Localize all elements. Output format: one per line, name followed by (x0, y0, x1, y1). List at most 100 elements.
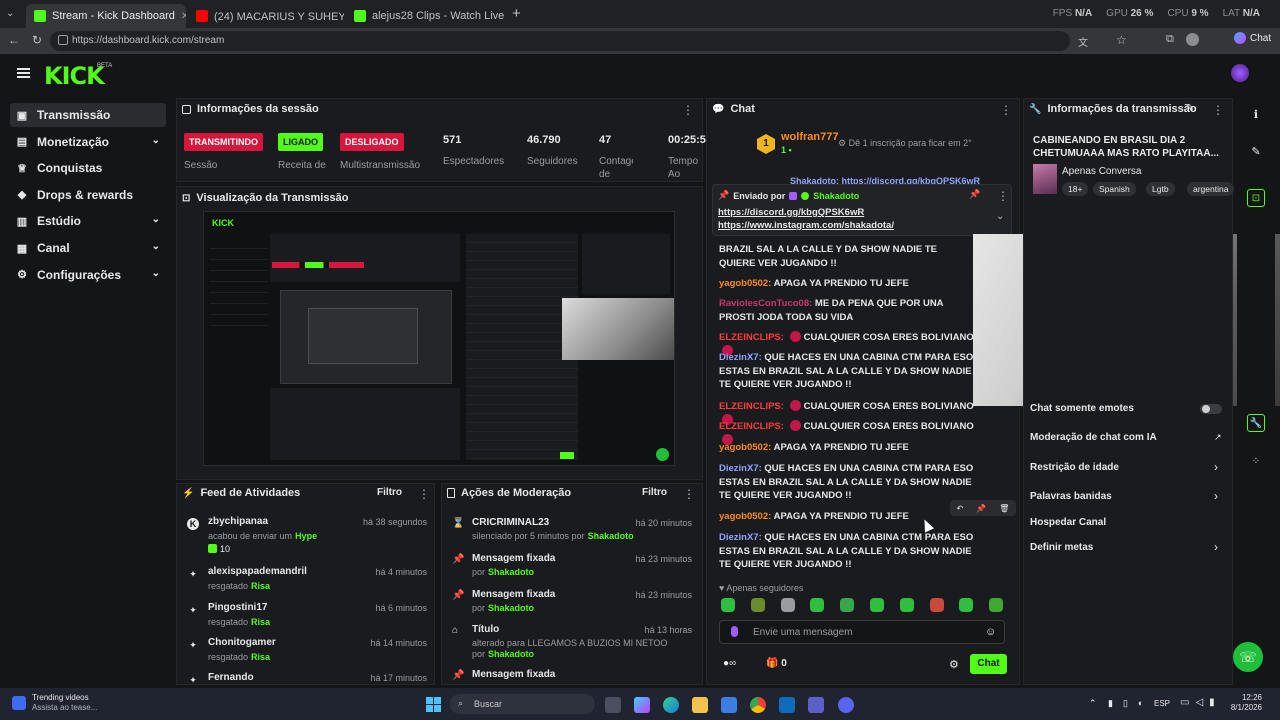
edit-icon[interactable]: ✎ (1247, 142, 1265, 160)
user-avatar[interactable] (1231, 64, 1249, 82)
emote-2[interactable] (780, 598, 795, 612)
chat-username[interactable]: yagob0502 (719, 278, 768, 289)
copilot-app-icon[interactable] (634, 697, 650, 713)
tag-pill[interactable]: 18+ (1062, 182, 1089, 196)
emote-5[interactable] (870, 598, 884, 612)
kick-logo[interactable]: KICK (44, 62, 105, 90)
chevron-right-icon[interactable]: › (1214, 489, 1218, 503)
stream-preview-video[interactable]: KICK (203, 211, 675, 466)
sidebar-item-6[interactable]: ⚙ Configurações ⌄ (10, 263, 166, 287)
sidebar-item-5[interactable]: ▦ Canal ⌄ (10, 236, 166, 260)
rewards-counter[interactable]: 🎁 0 (766, 658, 787, 669)
emote-3[interactable] (810, 598, 825, 612)
chat-username[interactable]: ELZEINCLIPS (719, 421, 781, 432)
pinned-more-icon[interactable]: ⋮ (997, 189, 1009, 203)
chrome-icon[interactable] (750, 697, 766, 713)
chat-username[interactable]: yagob0502 (719, 442, 768, 453)
url-field[interactable]: https://dashboard.kick.com/stream (50, 31, 1070, 51)
taskbar-search[interactable]: Buscar (450, 694, 595, 714)
chat-message[interactable]: yagob0502: APAGA YA PRENDIO TU JEFE (719, 441, 974, 455)
profile-avatar[interactable] (1186, 33, 1199, 46)
external-link-icon[interactable]: ↗ (1214, 432, 1222, 443)
top-gifter-name[interactable]: wolfran777 (781, 131, 838, 143)
chat-username[interactable]: ELZEINCLIPS (719, 401, 781, 412)
chevron-down-icon[interactable]: ⌄ (152, 241, 160, 252)
browser-tab-kick-clips[interactable]: alejus28 Clips - Watch Live on Kick ✕ (346, 4, 506, 28)
tools-icon[interactable]: 🔧 (1247, 414, 1265, 432)
session-more-icon[interactable]: ⋮ (682, 103, 694, 117)
chevron-down-icon[interactable]: ⌄ (152, 214, 160, 225)
translate-icon[interactable]: 文 (1078, 34, 1088, 49)
chat-message[interactable]: DiezinX7: QUE HACES EN UNA CABINA CTM PA… (719, 531, 974, 572)
mic-icon[interactable] (731, 626, 738, 637)
activity-filter-button[interactable]: Filtro (377, 487, 402, 498)
chevron-right-icon[interactable]: › (1214, 460, 1218, 474)
task-view-icon[interactable] (605, 697, 621, 713)
moderator-name[interactable]: Shakadoto (588, 531, 634, 541)
sidebar-item-2[interactable]: ♕ Conquistas (10, 156, 166, 180)
reload-icon[interactable]: ↻ (32, 33, 42, 47)
moderator-name[interactable]: Shakadoto (488, 603, 534, 613)
chevron-down-icon[interactable]: ⌄ (152, 268, 160, 279)
chat-username[interactable]: DiezinX7 (719, 352, 759, 363)
tag-pill[interactable]: Lgtb (1146, 182, 1175, 196)
category-name[interactable]: Apenas Conversa (1062, 166, 1142, 177)
chat-username[interactable]: RaviolesConTuco08 (719, 298, 809, 309)
language-indicator[interactable]: ESP (1154, 699, 1170, 708)
hamburger-menu-icon[interactable] (17, 68, 30, 78)
sidebar-item-1[interactable]: ▤ Monetização ⌄ (10, 130, 166, 154)
moderation-filter-button[interactable]: Filtro (642, 487, 667, 498)
store-icon[interactable] (721, 697, 737, 713)
emote-8[interactable] (959, 598, 974, 612)
edit-pencil-icon[interactable]: ✎ (1186, 103, 1194, 114)
tag-pill[interactable]: argentina (1187, 182, 1235, 196)
emote-0[interactable] (721, 598, 735, 612)
reply-icon[interactable]: ↶ (957, 504, 964, 513)
apps-icon[interactable]: ⁘ (1247, 452, 1265, 470)
tag-pill[interactable]: Spanish (1093, 182, 1136, 196)
sidebar-item-3[interactable]: ◆ Drops & rewards (10, 183, 166, 207)
chat-username[interactable]: DiezinX7 (719, 532, 759, 543)
chevron-right-icon[interactable]: › (1214, 540, 1218, 554)
sidebar-item-0[interactable]: ▣ Transmissão (10, 103, 166, 127)
pin-message-icon[interactable]: 📌 (976, 504, 986, 513)
emote-9[interactable] (989, 598, 1004, 612)
teams-icon[interactable] (808, 697, 824, 713)
floating-help-button[interactable]: ☏ (1233, 642, 1263, 672)
chat-message[interactable]: RaviolesConTuco08: ME DA PENA QUE POR UN… (719, 297, 974, 324)
delete-icon[interactable]: 🗑 (999, 504, 1009, 513)
network-volume-icons[interactable]: ▭◁▮ (1180, 697, 1221, 708)
chat-more-icon[interactable]: ⋮ (1000, 103, 1012, 117)
browser-chat-button[interactable]: Chat (1234, 32, 1271, 44)
emoji-picker-icon[interactable]: ☺ (985, 626, 996, 638)
browser-tab-youtube[interactable]: (24) MACARIUS Y SUHEY 😂🔥 | ✕ (188, 4, 344, 28)
chevron-down-icon[interactable]: ⌄ (152, 135, 160, 146)
bookmark-star-icon[interactable]: ☆ (1116, 33, 1127, 47)
pinned-link-discord[interactable]: https://discord.gg/kbgQPSK6wR (718, 207, 864, 218)
unpin-icon[interactable]: 📌 (969, 189, 980, 200)
tray-icons[interactable]: ▮▯◐ (1108, 698, 1153, 709)
expand-pinned-icon[interactable]: ⌄ (996, 211, 1004, 222)
pinned-link-instagram[interactable]: https://www.instagram.com/shakadota/ (718, 220, 894, 231)
moderator-name[interactable]: Shakadoto (488, 649, 534, 659)
new-tab-button[interactable]: + (512, 5, 521, 22)
browser-tab-kick-dashboard[interactable]: Stream - Kick Dashboard ✕ (26, 4, 186, 28)
moderator-name[interactable]: Shakadoto (488, 567, 534, 577)
extensions-icon[interactable]: ⧉ (1166, 33, 1174, 46)
emote-4[interactable] (840, 598, 855, 612)
chat-username[interactable]: yagob0502 (719, 511, 768, 522)
chat-username[interactable]: DiezinX7 (719, 463, 759, 474)
chat-message[interactable]: DiezinX7: QUE HACES EN UNA CABINA CTM PA… (719, 462, 974, 503)
moderation-more-icon[interactable]: ⋮ (683, 487, 695, 501)
file-explorer-icon[interactable] (692, 697, 708, 713)
activity-more-icon[interactable]: ⋮ (418, 487, 430, 501)
chat-send-button[interactable]: Chat (970, 654, 1007, 674)
emote-7[interactable] (929, 598, 944, 612)
emote-1[interactable] (750, 598, 765, 612)
site-info-icon[interactable] (58, 35, 68, 45)
tray-chevron-icon[interactable]: ⌃ (1089, 698, 1097, 709)
chat-message[interactable]: yagob0502: APAGA YA PRENDIO TU JEFE (719, 277, 974, 291)
chat-username[interactable]: ELZEINCLIPS (719, 332, 781, 343)
back-icon[interactable]: ← (8, 33, 20, 47)
outlook-icon[interactable] (779, 697, 795, 713)
